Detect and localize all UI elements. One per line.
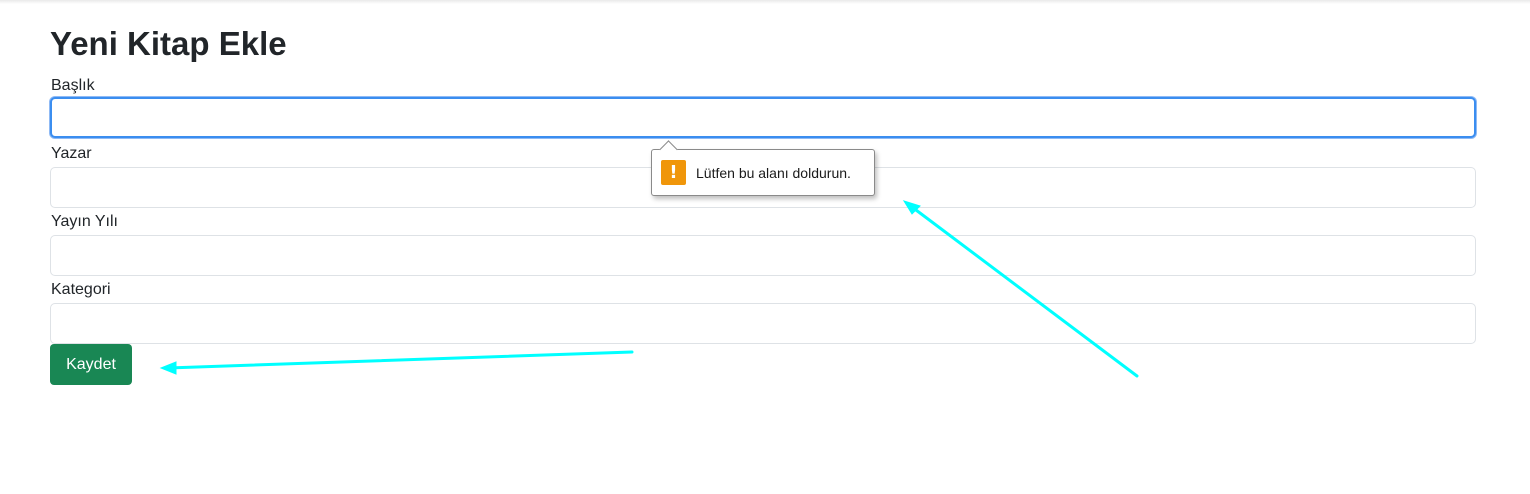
validation-tooltip: ! Lütfen bu alanı doldurun. <box>651 140 875 196</box>
annotation-arrow-to-save <box>166 350 634 370</box>
annotation-arrow-to-tooltip <box>906 202 1139 378</box>
tooltip-arrow <box>659 140 678 159</box>
baslik-label: Başlık <box>51 77 95 94</box>
yazar-label: Yazar <box>51 145 92 162</box>
browser-top-shadow <box>0 0 1530 4</box>
kategori-input[interactable] <box>50 303 1476 344</box>
yayin-yili-label: Yayın Yılı <box>51 213 118 230</box>
warning-icon: ! <box>661 160 686 185</box>
kategori-label: Kategori <box>51 281 111 298</box>
yayin-yili-input[interactable] <box>50 235 1476 276</box>
page-title: Yeni Kitap Ekle <box>50 25 287 62</box>
baslik-input[interactable] <box>50 97 1476 138</box>
validation-message: Lütfen bu alanı doldurun. <box>696 164 851 181</box>
annotation-arrowhead-save <box>159 361 177 375</box>
save-button[interactable]: Kaydet <box>50 344 132 385</box>
